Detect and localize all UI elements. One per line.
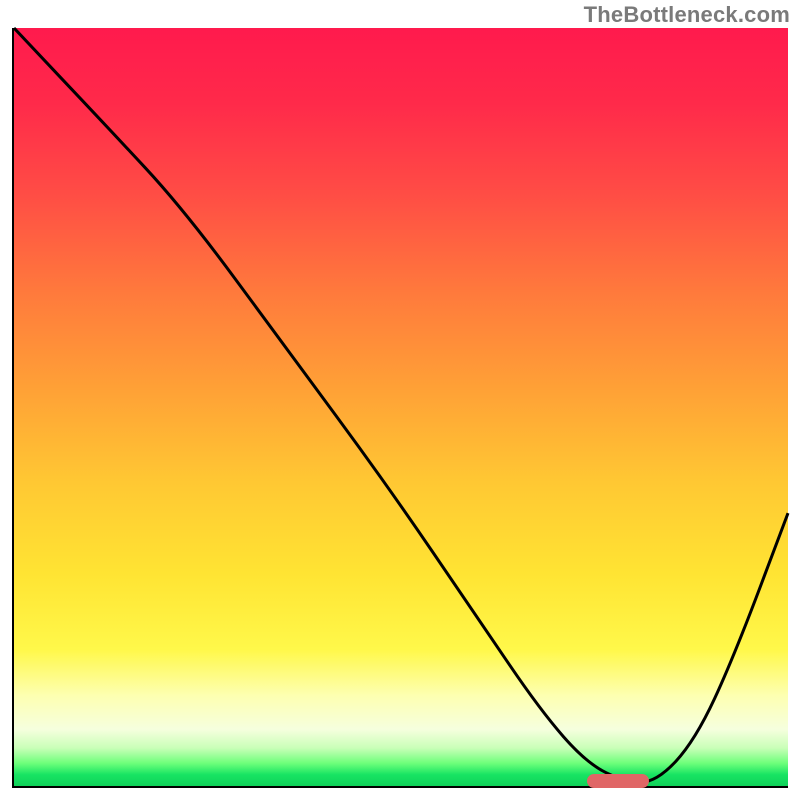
optimal-range-marker [587,774,649,788]
watermark-text: TheBottleneck.com [584,2,790,28]
chart-stage: TheBottleneck.com [0,0,800,800]
x-axis-line [12,786,788,788]
curve-layer [14,28,788,786]
bottleneck-curve-path [14,28,788,782]
